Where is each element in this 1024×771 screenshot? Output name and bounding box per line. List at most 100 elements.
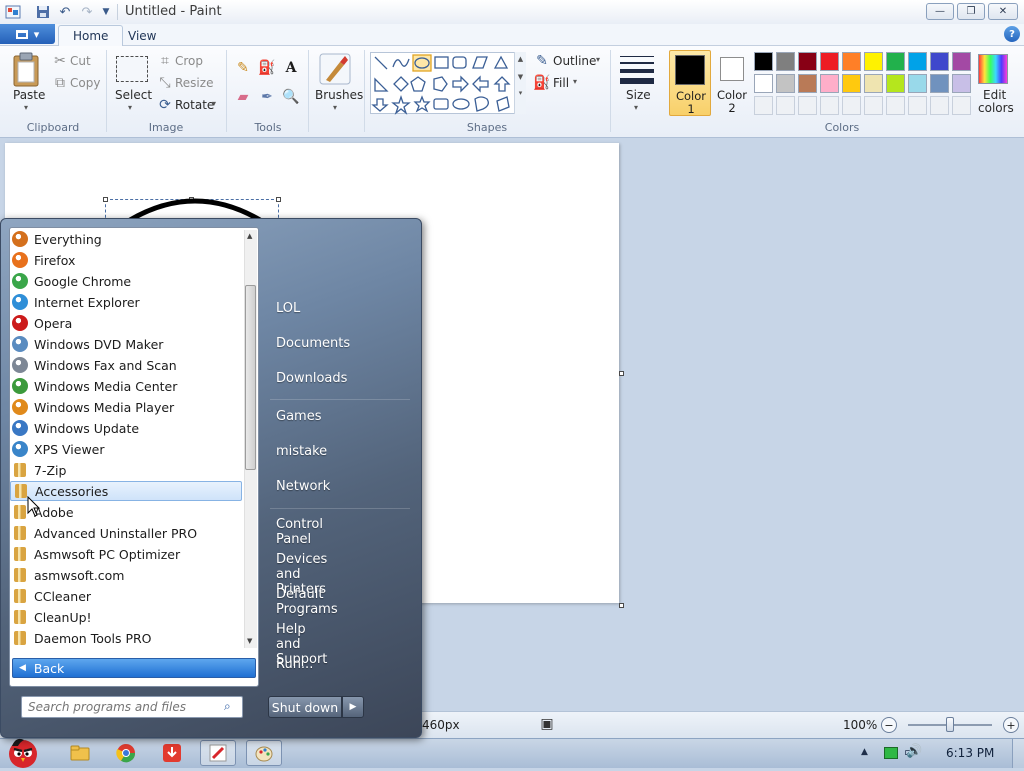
program-item[interactable]: Advanced Uninstaller PRO: [10, 523, 242, 543]
redo-icon[interactable]: ↷: [78, 3, 96, 21]
brushes-icon[interactable]: [318, 52, 352, 86]
start-link[interactable]: Control Panel: [276, 517, 323, 547]
color1-button[interactable]: Color 1: [669, 50, 711, 116]
scroll-up-icon[interactable]: ▲: [247, 232, 252, 240]
program-item[interactable]: Opera: [10, 313, 242, 333]
quick-access-dropdown-icon[interactable]: ▼: [97, 3, 115, 21]
back-button[interactable]: ◀ Back: [12, 658, 256, 678]
zoom-in-button[interactable]: +: [1003, 717, 1019, 733]
shutdown-button[interactable]: Shut down: [268, 696, 342, 718]
paste-chevron-icon[interactable]: ▾: [24, 103, 28, 112]
palette-swatch[interactable]: [908, 74, 927, 93]
program-item[interactable]: asmwsoft.com: [10, 565, 242, 585]
selection-handle[interactable]: [103, 197, 108, 202]
palette-swatch[interactable]: [754, 52, 773, 71]
palette-swatch[interactable]: [776, 52, 795, 71]
edit-colors-label-2[interactable]: colors: [978, 101, 1014, 115]
chevron-down-icon[interactable]: ▼: [515, 73, 526, 81]
tray-app-icon[interactable]: [884, 747, 898, 759]
palette-swatch[interactable]: [930, 52, 949, 71]
outline-button[interactable]: Outline: [553, 54, 596, 68]
copy-button[interactable]: Copy: [70, 76, 100, 90]
taskbar-chrome-icon[interactable]: [108, 740, 144, 766]
program-item[interactable]: Windows Update: [10, 418, 242, 438]
taskbar-paint-icon[interactable]: [246, 740, 282, 766]
palette-swatch[interactable]: [952, 52, 971, 71]
palette-swatch[interactable]: [864, 74, 883, 93]
program-item[interactable]: Daemon Tools PRO: [10, 628, 242, 648]
size-chevron-icon[interactable]: ▾: [634, 103, 638, 112]
program-item[interactable]: Accessories: [10, 481, 242, 501]
text-tool-icon[interactable]: A: [281, 58, 301, 78]
palette-swatch[interactable]: [886, 52, 905, 71]
palette-swatch[interactable]: [952, 74, 971, 93]
fill-chevron-icon[interactable]: ▾: [573, 77, 577, 86]
tray-expand-icon[interactable]: ▲: [861, 747, 868, 757]
outline-chevron-icon[interactable]: ▾: [596, 55, 600, 64]
palette-swatch[interactable]: [820, 52, 839, 71]
volume-icon[interactable]: 🔊: [906, 744, 922, 759]
start-link[interactable]: Default Programs: [276, 587, 338, 617]
paint-menu-button[interactable]: ▾: [0, 24, 55, 44]
program-item[interactable]: Asmwsoft PC Optimizer: [10, 544, 242, 564]
restore-button[interactable]: ❐: [957, 3, 985, 20]
custom-color-slot[interactable]: [952, 96, 971, 115]
color2-button[interactable]: Color 2: [713, 50, 751, 116]
minimize-button[interactable]: —: [926, 3, 954, 20]
program-item[interactable]: Google Chrome: [10, 271, 242, 291]
pencil-icon[interactable]: ✎: [233, 58, 253, 78]
help-button[interactable]: ?: [1004, 26, 1020, 42]
color-picker-icon[interactable]: ✒: [257, 87, 277, 107]
taskbar-clock[interactable]: 6:13 PM: [946, 746, 994, 760]
brushes-button[interactable]: Brushes: [315, 88, 363, 102]
program-item[interactable]: Windows Fax and Scan: [10, 355, 242, 375]
rotate-chevron-icon[interactable]: ▾: [212, 99, 216, 108]
custom-color-slot[interactable]: [908, 96, 927, 115]
edit-colors-label-1[interactable]: Edit: [983, 88, 1006, 102]
zoom-slider-thumb[interactable]: [946, 717, 954, 732]
select-chevron-icon[interactable]: ▾: [128, 103, 132, 112]
size-button[interactable]: Size: [626, 88, 651, 102]
fill-bucket-icon[interactable]: ⛽: [257, 58, 277, 78]
paste-icon[interactable]: [10, 52, 44, 88]
taskbar-explorer-icon[interactable]: [62, 740, 98, 766]
start-link[interactable]: Network: [276, 479, 330, 494]
paint-app-icon[interactable]: [4, 3, 22, 21]
rotate-button[interactable]: Rotate: [175, 98, 214, 112]
palette-swatch[interactable]: [820, 74, 839, 93]
programs-scroll-thumb[interactable]: [245, 285, 256, 470]
shapes-scroll[interactable]: ▲ ▼ ▾: [514, 52, 526, 114]
taskbar-app-icon[interactable]: [200, 740, 236, 766]
paste-button[interactable]: Paste: [13, 88, 45, 102]
program-item[interactable]: 7-Zip: [10, 460, 242, 480]
select-icon[interactable]: [116, 56, 148, 82]
custom-color-slot[interactable]: [842, 96, 861, 115]
program-item[interactable]: CleanUp!: [10, 607, 242, 627]
program-item[interactable]: Internet Explorer: [10, 292, 242, 312]
palette-swatch[interactable]: [842, 52, 861, 71]
custom-color-slot[interactable]: [776, 96, 795, 115]
close-button[interactable]: ✕: [988, 3, 1018, 20]
palette-swatch[interactable]: [864, 52, 883, 71]
palette-swatch[interactable]: [754, 74, 773, 93]
size-icon[interactable]: [620, 54, 654, 86]
undo-icon[interactable]: ↶: [56, 3, 74, 21]
cut-button[interactable]: Cut: [70, 54, 91, 68]
chevron-up-icon[interactable]: ▲: [515, 55, 526, 63]
start-link[interactable]: Run...: [276, 657, 313, 672]
custom-color-slot[interactable]: [930, 96, 949, 115]
program-item[interactable]: Windows Media Center: [10, 376, 242, 396]
tab-view[interactable]: View: [114, 25, 170, 46]
fill-button[interactable]: Fill: [553, 76, 569, 90]
palette-swatch[interactable]: [930, 74, 949, 93]
magnifier-icon[interactable]: 🔍: [281, 87, 301, 107]
expand-gallery-icon[interactable]: ▾: [515, 89, 526, 97]
shutdown-options-arrow-icon[interactable]: ▶: [342, 696, 364, 718]
start-link[interactable]: Downloads: [276, 371, 347, 386]
custom-color-slot[interactable]: [886, 96, 905, 115]
palette-swatch[interactable]: [798, 74, 817, 93]
palette-swatch[interactable]: [776, 74, 795, 93]
scroll-down-icon[interactable]: ▼: [247, 637, 252, 645]
canvas-resize-handle-right[interactable]: [619, 371, 624, 376]
selection-handle[interactable]: [276, 197, 281, 202]
